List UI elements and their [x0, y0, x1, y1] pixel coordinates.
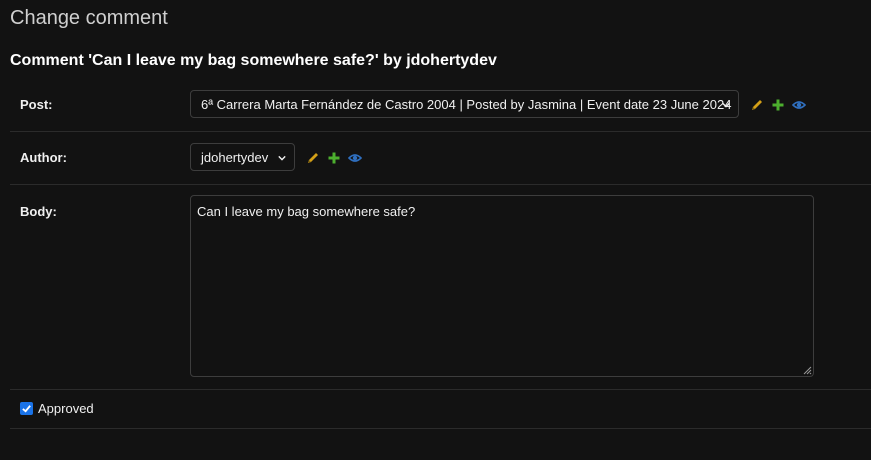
plus-icon[interactable] — [771, 98, 785, 112]
post-select-value: 6ª Carrera Marta Fernández de Castro 200… — [201, 97, 732, 112]
eye-icon[interactable] — [348, 151, 362, 165]
body-row: Body: Can I leave my bag somewhere safe? — [10, 185, 871, 390]
author-related-actions — [306, 151, 362, 165]
post-related-actions — [750, 98, 806, 112]
eye-icon[interactable] — [792, 98, 806, 112]
checkmark-icon — [22, 405, 31, 413]
author-select[interactable]: jdohertydev — [190, 143, 295, 171]
chevron-down-icon — [278, 155, 286, 161]
post-select[interactable]: 6ª Carrera Marta Fernández de Castro 200… — [190, 90, 739, 118]
chevron-down-icon — [722, 102, 730, 108]
form-heading: Comment 'Can I leave my bag somewhere sa… — [10, 52, 497, 69]
approved-label[interactable]: Approved — [38, 401, 94, 416]
body-label: Body: — [20, 204, 57, 219]
approved-row: Approved — [10, 390, 871, 429]
resize-grip-icon[interactable] — [802, 365, 812, 375]
post-label: Post: — [20, 97, 53, 112]
body-text: Can I leave my bag somewhere safe? — [197, 204, 416, 219]
author-select-value: jdohertydev — [201, 150, 269, 165]
pencil-icon[interactable] — [750, 98, 764, 112]
author-row: Author: jdohertydev — [10, 132, 871, 185]
plus-icon[interactable] — [327, 151, 341, 165]
body-textarea[interactable]: Can I leave my bag somewhere safe? — [190, 195, 814, 377]
post-row: Post: 6ª Carrera Marta Fernández de Cast… — [10, 80, 871, 132]
pencil-icon[interactable] — [306, 151, 320, 165]
author-label: Author: — [20, 150, 67, 165]
page-title: Change comment — [10, 7, 168, 29]
approved-checkbox[interactable] — [20, 402, 33, 415]
